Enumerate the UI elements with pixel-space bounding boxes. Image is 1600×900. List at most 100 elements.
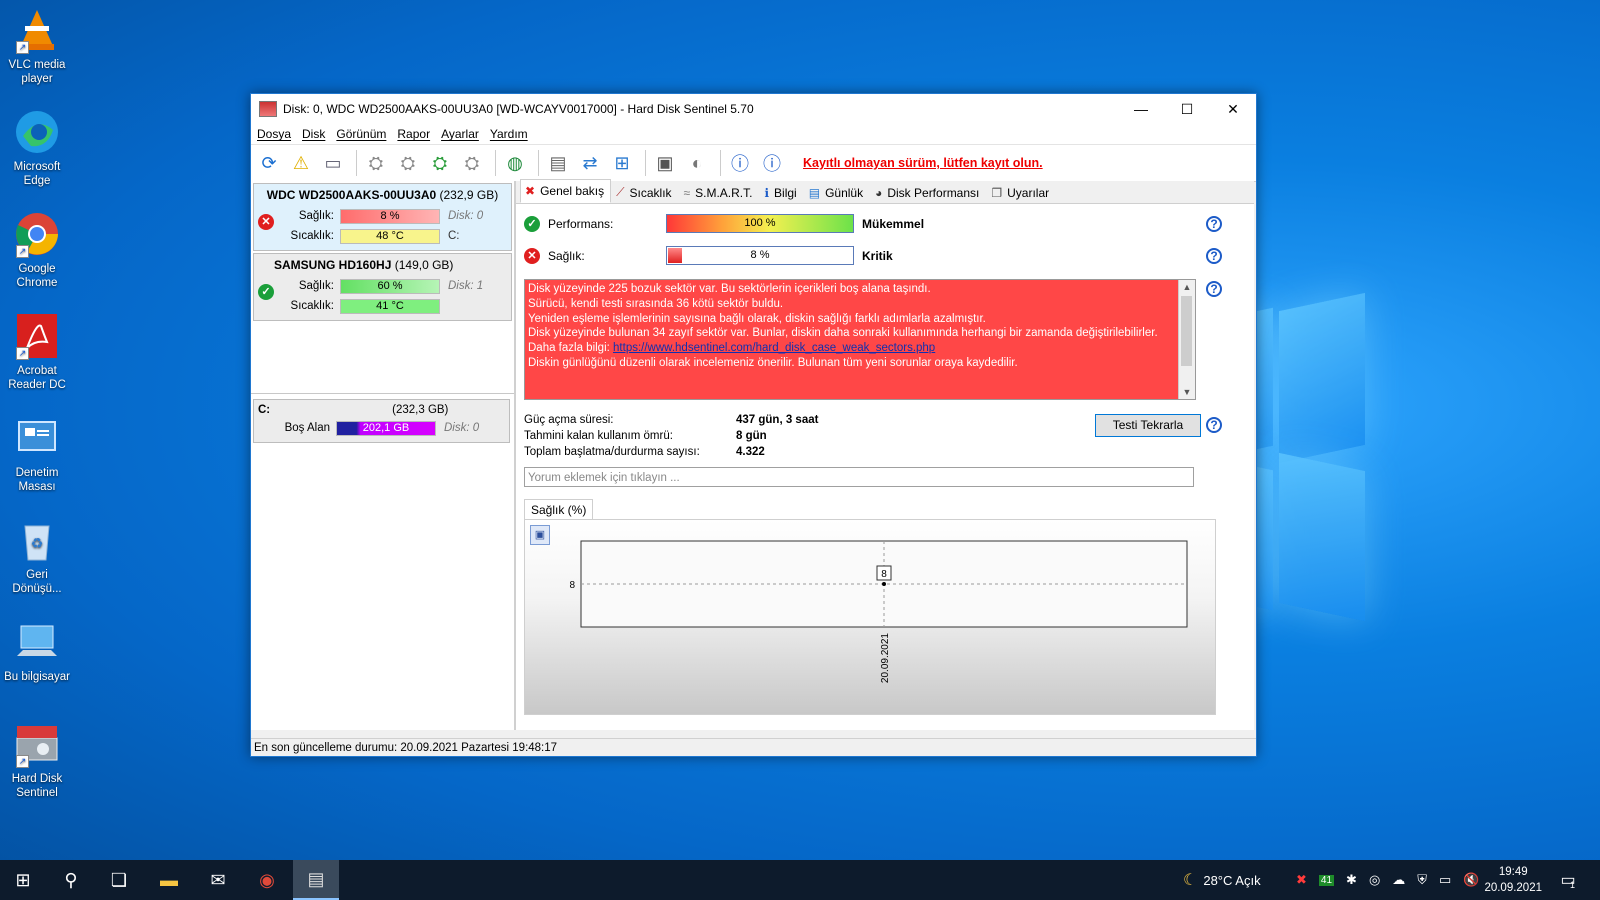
toolbar-separator [645, 150, 646, 176]
network-activity-icon[interactable]: ✱ [1346, 872, 1357, 888]
hdsentinel-taskbar-icon[interactable]: ▤ [293, 860, 339, 900]
message-line: Disk yüzeyinde bulunan 34 zayıf sektör v… [528, 327, 1158, 340]
weather-widget[interactable]: ☾ 28°C Açık [1183, 860, 1261, 900]
menu-ayarlar[interactable]: Ayarlar [441, 127, 479, 141]
performance-rating: Mükemmel [862, 217, 925, 231]
sound-icon[interactable]: ◐ [683, 149, 711, 177]
menu-yardim[interactable]: Yardım [490, 127, 528, 141]
report-icon[interactable]: ▤ [544, 149, 572, 177]
retest-button[interactable]: Testi Tekrarla [1095, 414, 1201, 437]
system-tray: ✖ 41 ✱ ◎ ☁ ⛨ ▭ 🔇 [1290, 860, 1486, 900]
task-view-icon[interactable]: ❏ [96, 860, 142, 900]
unregistered-notice[interactable]: Kayıtlı olmayan sürüm, lütfen kayıt olun… [803, 156, 1043, 170]
volume-muted-icon[interactable]: 🔇 [1463, 872, 1479, 888]
desktop-icon-label: Geri Dönüşü... [12, 569, 62, 595]
drive-letter: C: [448, 230, 460, 242]
minimize-button[interactable]: — [1118, 94, 1164, 124]
desktop-icon-chrome[interactable]: ↗ Google Chrome [2, 210, 72, 290]
temperature-label: Sıcaklık: [290, 300, 334, 312]
webcam-icon[interactable]: ◎ [1369, 872, 1380, 888]
tab-log[interactable]: ▤ Günlük [804, 182, 870, 203]
network-icon[interactable]: ▭ [1439, 872, 1451, 888]
desktop-icon-this-pc[interactable]: Bu bilgisayar [2, 618, 72, 684]
message-line: Sürücü, kendi testi sırasında 36 kötü se… [528, 297, 784, 310]
tab-overview[interactable]: ✖ Genel bakış [520, 179, 612, 203]
tab-alerts[interactable]: ❐ Uyarılar [986, 182, 1056, 203]
vlc-icon: ↗ [13, 6, 61, 54]
chrome-taskbar-icon[interactable]: ◉ [244, 860, 290, 900]
scroll-down-icon[interactable]: ▼ [1179, 385, 1195, 399]
health-bar: 8 % [340, 208, 440, 224]
health-bar: 8 % [666, 246, 854, 265]
message-scrollbar[interactable]: ▲ ▼ [1178, 280, 1195, 399]
desktop-icon-vlc[interactable]: ↗ VLC media player [2, 6, 72, 86]
help-icon[interactable]: ⓘ [726, 149, 754, 177]
file-explorer-icon[interactable]: ▬ [146, 860, 192, 900]
more-info-link[interactable]: https://www.hdsentinel.com/hard_disk_cas… [613, 342, 935, 354]
disk-info-icon[interactable]: ▭ [319, 149, 347, 177]
close-button[interactable]: ✕ [1210, 94, 1256, 124]
error-x-icon: ✕ [524, 248, 540, 264]
menu-gorunum[interactable]: Görünüm [336, 127, 386, 141]
start-icon[interactable]: ⊞ [0, 860, 46, 900]
disk-card-0[interactable]: WDC WD2500AAKS-00UU3A0 (232,9 GB) ✕ Sağl… [253, 183, 512, 251]
health-messages-box[interactable]: Disk yüzeyinde 225 bozuk sektör var. Bu … [524, 279, 1196, 400]
hdsentinel-tray-icon[interactable]: ✖ [1296, 872, 1307, 888]
desktop-icon-control-panel[interactable]: Denetim Masası [2, 414, 72, 494]
desktop-icon-label: VLC media player [8, 59, 66, 85]
about-icon[interactable]: ⓘ [758, 149, 786, 177]
clock[interactable]: 19:49 20.09.2021 [1484, 864, 1542, 896]
data-point [882, 582, 886, 586]
shield-icon[interactable]: ⛨ [1417, 872, 1427, 888]
disk-test-icon[interactable]: ⛭ [362, 149, 390, 177]
desktop-icon-acrobat[interactable]: ↗ Acrobat Reader DC [2, 312, 72, 392]
x-tick-label: 20.09.2021 [880, 633, 891, 683]
health-rating: Kritik [862, 249, 893, 263]
tab-smart[interactable]: ≈ S.M.A.R.T. [679, 182, 760, 203]
desktop-icon-edge[interactable]: Microsoft Edge [2, 108, 72, 188]
retest-help-icon[interactable]: ? [1206, 417, 1222, 433]
menu-rapor[interactable]: Rapor [397, 127, 430, 141]
temperature-tray-badge[interactable]: 41 [1318, 874, 1335, 886]
comment-input[interactable]: Yorum eklemek için tıklayın ... [524, 467, 1194, 487]
tab-temperature[interactable]: ⟋ Sıcaklık [611, 182, 678, 203]
status-bar: En son güncelleme durumu: 20.09.2021 Paz… [251, 738, 1256, 756]
health-chart-tab[interactable]: Sağlık (%) [524, 499, 594, 520]
search-icon[interactable]: ⚲ [48, 860, 94, 900]
menu-disk[interactable]: Disk [302, 127, 325, 141]
performance-help-icon[interactable]: ? [1206, 216, 1222, 232]
title-bar[interactable]: Disk: 0, WDC WD2500AAKS-00UU3A0 [WD-WCAY… [251, 94, 1256, 124]
cloud-off-icon[interactable]: ☁ [1392, 872, 1405, 888]
taskbar: ⊞ ⚲ ❏ ▬ ✉ ◉ ▤ ☾ 28°C Açık ✖ 41 ✱ ◎ ☁ ⛨ ▭… [0, 860, 1600, 900]
network-icon[interactable]: ⊞ [608, 149, 636, 177]
menu-dosya[interactable]: Dosya [257, 127, 291, 141]
toolbar-separator [538, 150, 539, 176]
message-line: Yeniden eşleme işlemlerinin sayısına bağ… [528, 312, 986, 325]
tab-info[interactable]: ℹ Bilgi [759, 182, 803, 203]
disk-index: Disk: 1 [448, 280, 484, 292]
disk-card-1[interactable]: SAMSUNG HD160HJ (149,0 GB) ✓ Sağlık: 60 … [253, 253, 512, 321]
globe-icon[interactable]: ◍ [501, 149, 529, 177]
volume-card[interactable]: C: (232,3 GB) Boş Alan 202,1 GB Disk: 0 [253, 399, 510, 443]
maximize-button[interactable]: ☐ [1164, 94, 1210, 124]
health-help-icon[interactable]: ? [1206, 248, 1222, 264]
start-stop-value: 4.322 [736, 446, 765, 458]
desktop-icon-label: Hard Disk Sentinel [11, 773, 63, 799]
refresh-icon[interactable]: ⟳ [255, 149, 283, 177]
recycle-bin-icon: ♻ [13, 516, 61, 564]
volume-name: C: [258, 404, 271, 416]
monitor-icon[interactable]: ▣ [651, 149, 679, 177]
tab-disk-performance[interactable]: ◕ Disk Performansı [870, 182, 986, 203]
disk-surface-icon[interactable]: ⛭ [394, 149, 422, 177]
sync-icon[interactable]: ⇄ [576, 149, 604, 177]
messages-help-icon[interactable]: ? [1206, 281, 1222, 297]
mail-icon[interactable]: ✉ [195, 860, 241, 900]
scroll-up-icon[interactable]: ▲ [1179, 280, 1195, 294]
warning-icon[interactable]: ⚠ [287, 149, 315, 177]
desktop-icon-recycle-bin[interactable]: ♻ Geri Dönüşü... [2, 516, 72, 596]
notification-icon[interactable]: ▭ 1 [1548, 860, 1588, 900]
disk-ok-icon[interactable]: ⛭ [426, 149, 454, 177]
desktop-icon-hdsentinel[interactable]: ↗ Hard Disk Sentinel [2, 720, 72, 800]
scroll-thumb[interactable] [1181, 296, 1192, 366]
disk-tool-icon[interactable]: ⛭ [458, 149, 486, 177]
